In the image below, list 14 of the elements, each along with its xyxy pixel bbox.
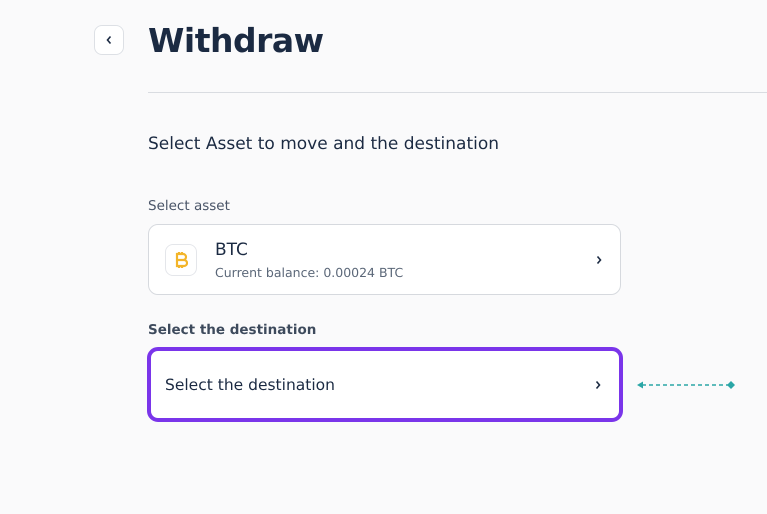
destination-selector[interactable]: Select the destination — [147, 347, 623, 422]
chevron-right-icon — [596, 254, 602, 264]
asset-name: BTC — [215, 240, 249, 260]
asset-balance: Current balance: 0.00024 BTC — [215, 264, 404, 280]
back-button[interactable] — [94, 25, 124, 55]
chevron-left-icon — [105, 35, 113, 45]
page-title: Withdraw — [148, 20, 324, 60]
bitcoin-icon — [165, 244, 197, 276]
field-label: Select asset — [148, 198, 231, 214]
chevron-right-icon — [595, 380, 601, 390]
field-label: Select the destination — [148, 322, 318, 338]
asset-selector[interactable]: BTC Current balance: 0.00024 BTC — [148, 224, 621, 295]
destination-placeholder: Select the destination — [165, 376, 336, 394]
section-heading: Select Asset to move and the destination — [148, 134, 500, 154]
